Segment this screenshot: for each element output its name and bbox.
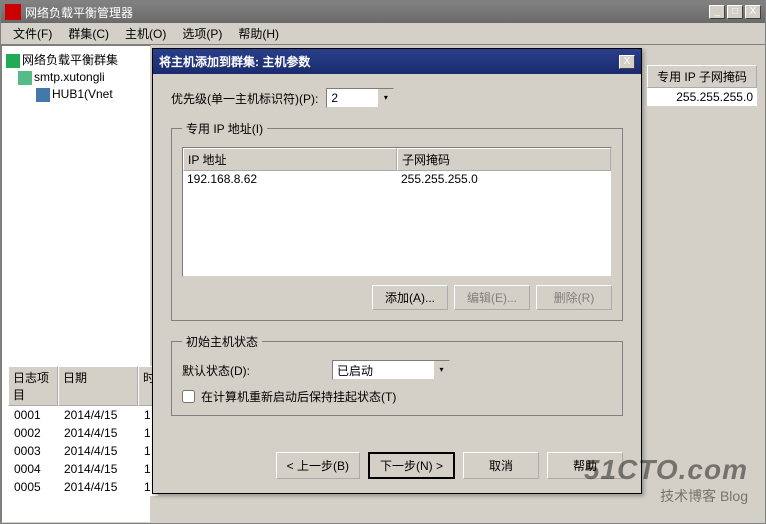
log-header-item[interactable]: 日志项目	[8, 366, 58, 406]
chevron-down-icon[interactable]: ▾	[433, 361, 449, 379]
dialog-titlebar: 将主机添加到群集: 主机参数 X	[153, 49, 641, 74]
log-id: 0001	[8, 406, 58, 424]
state-input[interactable]	[333, 361, 433, 379]
right-col-value: 255.255.255.0	[647, 88, 757, 106]
log-row[interactable]: 00022014/4/151	[8, 424, 158, 442]
right-col-header[interactable]: 专用 IP 子网掩码	[647, 65, 757, 88]
cluster-icon	[6, 54, 20, 68]
log-id: 0004	[8, 460, 58, 478]
cancel-button[interactable]: 取消	[463, 452, 539, 479]
log-row[interactable]: 00012014/4/151	[8, 406, 158, 424]
retain-suspend-label: 在计算机重新启动后保持挂起状态(T)	[201, 388, 396, 405]
log-row[interactable]: 00032014/4/151	[8, 442, 158, 460]
watermark-big: 51CTO.com	[584, 454, 748, 486]
tree-root[interactable]: 网络负载平衡群集	[6, 50, 146, 69]
log-date: 2014/4/15	[58, 478, 138, 496]
back-button[interactable]: < 上一步(B)	[276, 452, 360, 479]
tree-node-hub1[interactable]: HUB1(Vnet	[6, 86, 146, 103]
watermark: 51CTO.com 技术博客 Blog	[584, 454, 748, 506]
menu-cluster[interactable]: 群集(C)	[60, 23, 117, 44]
watermark-small: 技术博客 Blog	[584, 486, 748, 506]
close-button[interactable]: X	[745, 5, 761, 19]
log-row[interactable]: 00052014/4/151	[8, 478, 158, 496]
log-row[interactable]: 00042014/4/151	[8, 460, 158, 478]
log-date: 2014/4/15	[58, 442, 138, 460]
state-label: 默认状态(D):	[182, 362, 332, 379]
state-group-legend: 初始主机状态	[182, 333, 262, 350]
delete-button[interactable]: 删除(R)	[536, 285, 612, 310]
minimize-button[interactable]: _	[709, 5, 725, 19]
ip-header-mask[interactable]: 子网掩码	[397, 148, 611, 171]
ip-header-ip[interactable]: IP 地址	[183, 148, 397, 171]
app-icon	[5, 4, 21, 20]
dialog-close-button[interactable]: X	[619, 55, 635, 69]
ip-row[interactable]: 192.168.8.62 255.255.255.0	[183, 171, 611, 187]
log-header-date[interactable]: 日期	[58, 366, 138, 406]
host-params-dialog: 将主机添加到群集: 主机参数 X 优先级(单一主机标识符)(P): ▾ 专用 I…	[152, 48, 642, 494]
menu-host[interactable]: 主机(O)	[117, 23, 174, 44]
maximize-button[interactable]: □	[727, 5, 743, 19]
log-date: 2014/4/15	[58, 460, 138, 478]
log-id: 0003	[8, 442, 58, 460]
state-combo[interactable]: ▾	[332, 360, 450, 380]
log-date: 2014/4/15	[58, 424, 138, 442]
log-id: 0002	[8, 424, 58, 442]
retain-suspend-checkbox[interactable]	[182, 390, 195, 403]
tree-root-label: 网络负载平衡群集	[22, 53, 118, 67]
chevron-down-icon[interactable]: ▾	[377, 89, 393, 107]
dialog-title: 将主机添加到群集: 主机参数	[159, 53, 619, 70]
priority-input[interactable]	[327, 89, 377, 107]
ip-group-legend: 专用 IP 地址(I)	[182, 120, 267, 137]
log-id: 0005	[8, 478, 58, 496]
window-title: 网络负载平衡管理器	[25, 4, 709, 21]
menu-file[interactable]: 文件(F)	[5, 23, 60, 44]
server-icon	[18, 71, 32, 85]
add-button[interactable]: 添加(A)...	[372, 285, 448, 310]
titlebar: 网络负载平衡管理器 _ □ X	[1, 1, 765, 23]
next-button[interactable]: 下一步(N) >	[368, 452, 455, 479]
edit-button[interactable]: 编辑(E)...	[454, 285, 530, 310]
log-date: 2014/4/15	[58, 406, 138, 424]
log-area: 日志项目 日期 时 00012014/4/151 00022014/4/151 …	[8, 366, 158, 496]
ip-table: IP 地址 子网掩码 192.168.8.62 255.255.255.0	[182, 147, 612, 277]
menu-help[interactable]: 帮助(H)	[230, 23, 287, 44]
tree-node-label: HUB1(Vnet	[52, 87, 113, 101]
menubar: 文件(F) 群集(C) 主机(O) 选项(P) 帮助(H)	[1, 23, 765, 45]
menu-options[interactable]: 选项(P)	[174, 23, 230, 44]
priority-label: 优先级(单一主机标识符)(P):	[171, 90, 318, 107]
ip-cell-ip: 192.168.8.62	[183, 171, 397, 187]
state-group: 初始主机状态 默认状态(D): ▾ 在计算机重新启动后保持挂起状态(T)	[171, 333, 623, 416]
priority-combo[interactable]: ▾	[326, 88, 394, 108]
tree-node-smtp[interactable]: smtp.xutongli	[6, 69, 146, 86]
ip-group: 专用 IP 地址(I) IP 地址 子网掩码 192.168.8.62 255.…	[171, 120, 623, 321]
tree-node-label: smtp.xutongli	[34, 70, 105, 84]
ip-cell-mask: 255.255.255.0	[397, 171, 611, 187]
host-icon	[36, 88, 50, 102]
